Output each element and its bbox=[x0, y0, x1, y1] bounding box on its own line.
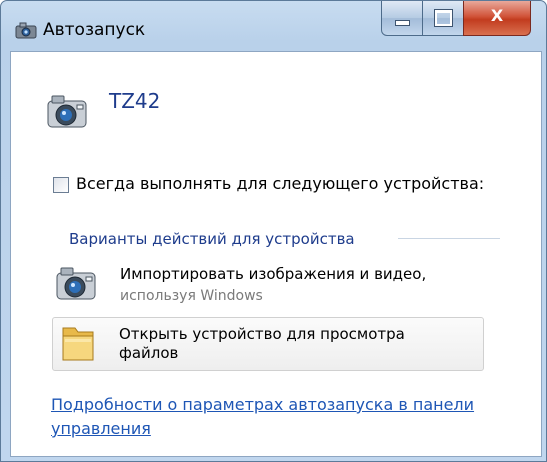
section-divider bbox=[398, 238, 500, 239]
autoplay-window: Автозапуск X TZ42 Всегда выполнять для с… bbox=[0, 0, 547, 462]
camera-icon bbox=[47, 95, 87, 128]
import-option-sublabel[interactable]: используя Windows bbox=[120, 288, 263, 304]
folder-icon bbox=[62, 327, 94, 361]
autoplay-settings-link[interactable]: Подробности о параметрах автозапуска в п… bbox=[51, 393, 531, 441]
window-title: Автозапуск bbox=[43, 20, 146, 40]
open-folder-label: Открыть устройство для просмотра файлов bbox=[119, 325, 405, 362]
camera-icon bbox=[56, 267, 96, 300]
minimize-button[interactable] bbox=[381, 1, 423, 36]
dialog-content: TZ42 Всегда выполнять для следующего уст… bbox=[10, 51, 542, 457]
title-bar[interactable]: Автозапуск X bbox=[1, 1, 546, 51]
minimize-icon bbox=[395, 20, 410, 26]
close-icon: X bbox=[490, 6, 504, 25]
import-option-label[interactable]: Импортировать изображения и видео, bbox=[120, 265, 426, 283]
device-name: TZ42 bbox=[109, 89, 161, 113]
open-folder-option[interactable]: Открыть устройство для просмотра файлов bbox=[52, 317, 484, 371]
always-do-checkbox[interactable] bbox=[53, 177, 69, 193]
always-do-label[interactable]: Всегда выполнять для следующего устройст… bbox=[76, 174, 484, 193]
maximize-icon bbox=[434, 9, 453, 27]
maximize-button[interactable] bbox=[422, 1, 464, 36]
section-heading: Варианты действий для устройства bbox=[69, 230, 355, 248]
autoplay-icon bbox=[15, 22, 37, 39]
close-button[interactable]: X bbox=[463, 1, 531, 36]
